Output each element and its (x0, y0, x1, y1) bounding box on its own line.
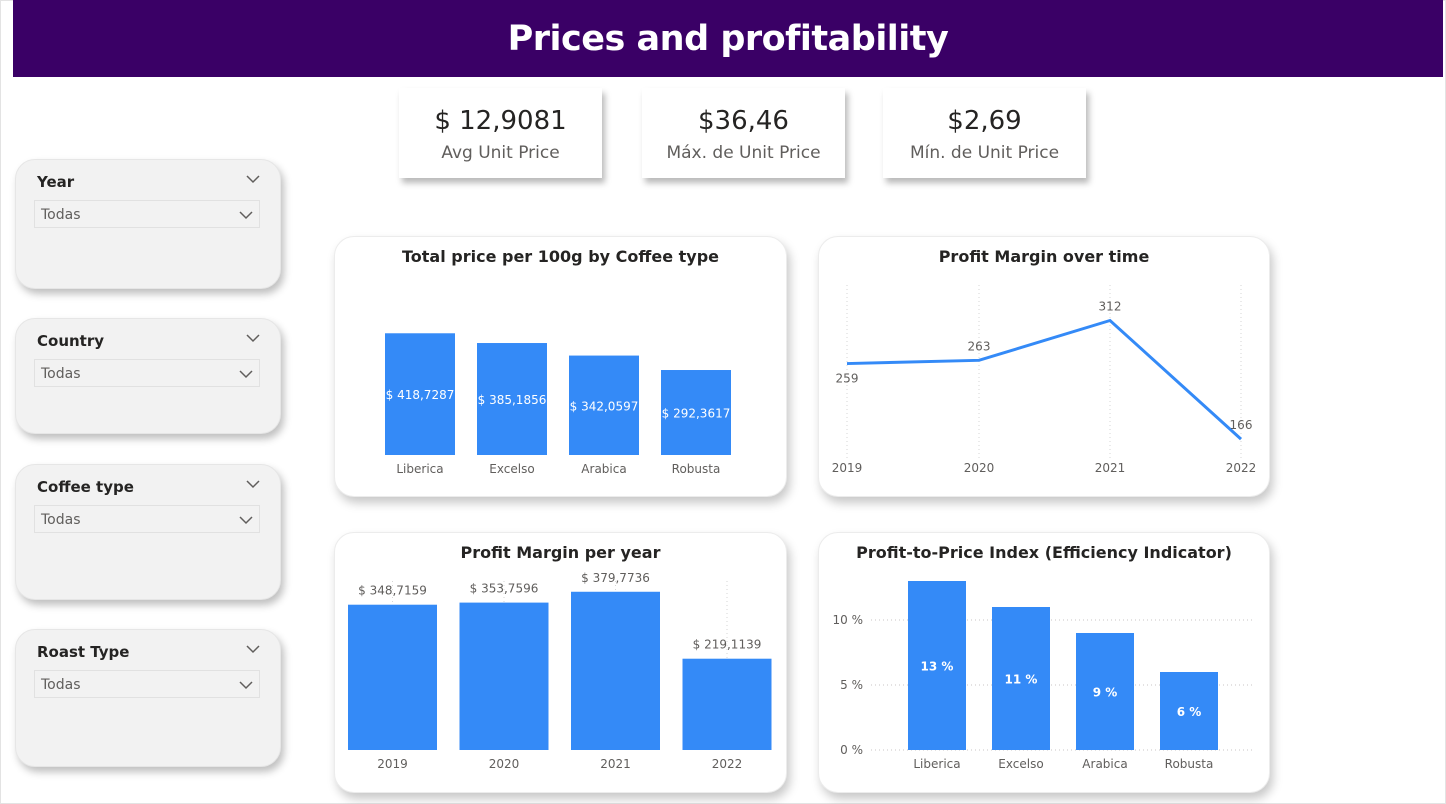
bar-2022 (682, 658, 772, 750)
point-data-label: 312 (1099, 300, 1122, 314)
bar-data-label: $ 342,0597 (570, 399, 639, 413)
slicer-selected-value: Todas (41, 677, 81, 693)
page-header: Prices and profitability (13, 0, 1443, 77)
slicer-selected-value: Todas (41, 207, 81, 223)
series-line (846, 318, 1243, 441)
y-tick-label: 5 % (840, 678, 863, 692)
kpi-value: $36,46 (698, 106, 789, 136)
bar-2020 (459, 602, 549, 750)
slicer-dropdown[interactable]: Todas (34, 505, 260, 533)
point-data-label: 263 (968, 339, 991, 353)
chevron-down-icon (239, 370, 253, 379)
bar-2021 (571, 591, 660, 750)
slicer-dropdown[interactable]: Todas (34, 670, 260, 698)
slicer-country[interactable]: Country Todas (15, 318, 281, 434)
x-tick-label: 2020 (964, 461, 995, 475)
bar-data-label: $ 379,7736 (581, 571, 650, 585)
kpi-label: Avg Unit Price (441, 143, 560, 163)
x-tick-label: Arabica (1082, 757, 1127, 771)
kpi-card-avg-unit-price: $ 12,9081 Avg Unit Price (399, 88, 602, 178)
price-by-coffee-type-chart: $ 418,7287 Liberica $ 385,1856 Excelso $ 342… (385, 333, 731, 476)
x-tick-label: Robusta (1165, 757, 1214, 771)
page-title: Prices and profitability (507, 18, 949, 59)
x-tick-label: Excelso (489, 462, 534, 476)
y-tick-label: 0 % (840, 743, 863, 757)
slicer-roast-type[interactable]: Roast Type Todas (15, 629, 281, 767)
x-tick-label: 2020 (489, 757, 520, 771)
chart-panel-price-by-coffee-type: Total price per 100g by Coffee type $ 41… (334, 236, 787, 497)
kpi-label: Máx. de Unit Price (666, 143, 821, 163)
bar-data-label: 13 % (921, 660, 954, 674)
slicer-title: Year (37, 173, 75, 191)
x-tick-label: 2019 (832, 461, 863, 475)
point-data-label: 166 (1230, 418, 1253, 432)
kpi-card-min-unit-price: $2,69 Mín. de Unit Price (883, 88, 1086, 178)
chart-panel-profit-margin-per-year: Profit Margin per year $ 348,7159 2019 $ 3… (334, 532, 787, 793)
chevron-down-icon (239, 681, 253, 690)
slicer-coffee-type[interactable]: Coffee type Todas (15, 464, 281, 600)
bar-data-label: 11 % (1005, 673, 1038, 687)
x-tick-label: 2021 (1095, 461, 1126, 475)
chart-panel-profit-to-price-index: Profit-to-Price Index (Efficiency Indica… (818, 532, 1270, 793)
chevron-down-icon (239, 516, 253, 525)
chevron-down-icon[interactable] (246, 172, 260, 186)
x-tick-label: Robusta (672, 462, 721, 476)
kpi-value: $ 12,9081 (434, 106, 567, 136)
slicer-title: Coffee type (37, 478, 134, 496)
slicer-selected-value: Todas (41, 512, 81, 528)
chevron-down-icon[interactable] (246, 642, 260, 656)
chevron-down-icon (239, 211, 253, 220)
x-tick-label: 2021 (600, 757, 631, 771)
bar-data-label: $ 418,7287 (386, 388, 455, 402)
bar-2019 (348, 604, 437, 750)
chart-panel-profit-margin-over-time: Profit Margin over time 259 2019 263 2020 31… (818, 236, 1270, 497)
slicer-dropdown[interactable]: Todas (34, 359, 260, 387)
bar-data-label: $ 219,1139 (693, 638, 762, 652)
x-tick-label: Liberica (913, 757, 960, 771)
profit-margin-over-time-chart: 259 2019 263 2020 312 2021 166 2022 (832, 285, 1257, 475)
bar-data-label: $ 353,7596 (470, 582, 539, 596)
bar-data-label: 9 % (1093, 686, 1118, 700)
x-tick-label: Arabica (581, 462, 626, 476)
chevron-down-icon[interactable] (246, 331, 260, 345)
slicer-selected-value: Todas (41, 366, 81, 382)
bar-data-label: $ 385,1856 (478, 393, 547, 407)
bar-data-label: 6 % (1177, 705, 1202, 719)
x-tick-label: Excelso (998, 757, 1043, 771)
point-data-label: 259 (836, 372, 859, 386)
slicer-year[interactable]: Year Todas (15, 159, 281, 289)
slicer-dropdown[interactable]: Todas (34, 200, 260, 228)
chevron-down-icon[interactable] (246, 477, 260, 491)
x-tick-label: Liberica (396, 462, 443, 476)
x-tick-label: 2019 (377, 757, 408, 771)
slicer-title: Country (37, 332, 105, 350)
x-tick-label: 2022 (1226, 461, 1257, 475)
profit-margin-per-year-chart: $ 348,7159 2019 $ 353,7596 2020 $ 379,7736 20… (348, 571, 772, 771)
kpi-label: Mín. de Unit Price (909, 143, 1060, 163)
kpi-card-max-unit-price: $36,46 Máx. de Unit Price (642, 88, 845, 178)
bar-data-label: $ 348,7159 (358, 584, 427, 598)
y-tick-label: 10 % (833, 613, 864, 627)
x-tick-label: 2022 (712, 757, 743, 771)
bar-data-label: $ 292,3617 (662, 407, 731, 421)
kpi-value: $2,69 (947, 106, 1022, 136)
profit-to-price-index-chart: 0 % 5 % 10 % 13 % Liberica 11 % Excelso 9 % Arab… (833, 581, 1254, 771)
slicer-title: Roast Type (37, 643, 130, 661)
